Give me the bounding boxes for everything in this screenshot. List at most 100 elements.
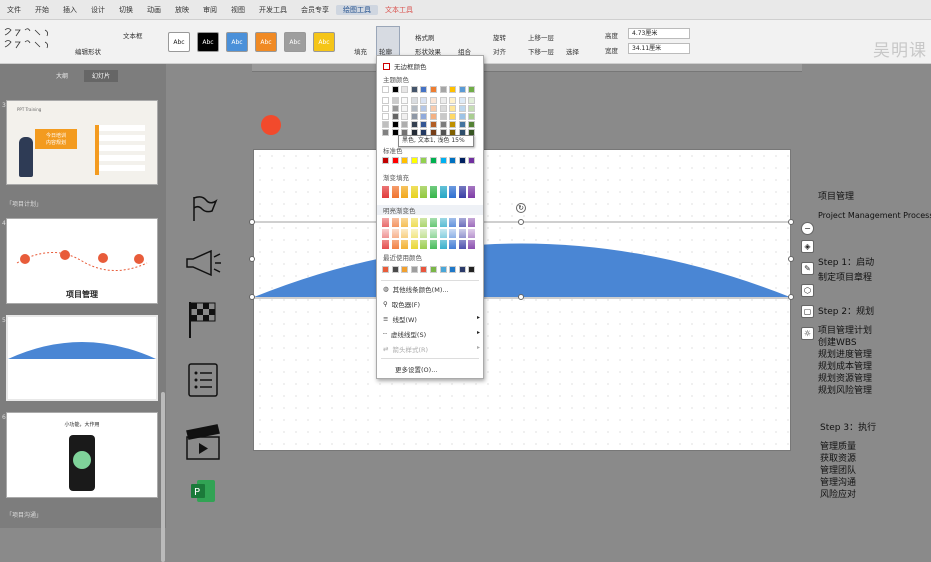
light-gradient-swatch[interactable] — [468, 240, 476, 249]
theme-color-shade-swatch[interactable] — [410, 121, 418, 128]
theme-color-shade-swatch[interactable] — [439, 121, 447, 128]
standard-color-swatch[interactable] — [439, 157, 447, 164]
light-gradient-swatch[interactable] — [439, 218, 447, 227]
theme-color-shade-swatch[interactable] — [401, 105, 409, 112]
shape-style-preset[interactable]: Abc — [313, 32, 335, 52]
light-gradient-swatch[interactable] — [458, 240, 466, 249]
theme-color-shade-swatch[interactable] — [439, 97, 447, 104]
collapse-icon[interactable]: − — [801, 222, 814, 235]
theme-color-shade-swatch[interactable] — [420, 121, 428, 128]
recent-color-swatch[interactable] — [410, 266, 418, 273]
light-gradient-swatch[interactable] — [439, 240, 447, 249]
standard-color-swatch[interactable] — [391, 157, 399, 164]
standard-color-swatch[interactable] — [410, 157, 418, 164]
gradient-swatch[interactable] — [382, 186, 389, 198]
shape-style-preset[interactable]: Abc — [197, 32, 219, 52]
theme-color-shade-swatch[interactable] — [391, 105, 399, 112]
theme-color-shade-swatch[interactable] — [458, 113, 466, 120]
gradient-swatch[interactable] — [458, 186, 466, 198]
light-gradient-swatch[interactable] — [420, 240, 428, 249]
more-settings-option[interactable]: 更多设置(O)... — [395, 364, 437, 374]
theme-color-shade-swatch[interactable] — [382, 97, 389, 104]
gradient-swatch[interactable] — [449, 186, 457, 198]
up-layer-button[interactable]: 上移一层 — [528, 32, 554, 42]
other-colors-option[interactable]: ◍ 其他线条颜色(M)... — [383, 284, 449, 294]
theme-color-shade-swatch[interactable] — [468, 121, 476, 128]
gradient-swatch[interactable] — [401, 186, 409, 198]
gradient-swatch[interactable] — [468, 186, 476, 198]
menu-item[interactable]: 会员专享 — [294, 5, 336, 15]
theme-color-shade-swatch[interactable] — [382, 113, 389, 120]
light-gradient-swatch[interactable] — [420, 218, 428, 227]
slide-thumbnail-5[interactable] — [6, 315, 158, 401]
menu-item[interactable]: 放映 — [168, 5, 196, 15]
theme-color-shade-swatch[interactable] — [458, 97, 466, 104]
gradient-swatch[interactable] — [391, 186, 399, 198]
recent-color-swatch[interactable] — [439, 266, 447, 273]
resize-handle[interactable] — [788, 219, 794, 225]
recent-color-swatch[interactable] — [420, 266, 428, 273]
light-gradient-swatch[interactable] — [410, 218, 418, 227]
recent-color-swatch[interactable] — [430, 266, 437, 273]
theme-color-shade-swatch[interactable] — [468, 97, 476, 104]
resize-handle[interactable] — [518, 294, 524, 300]
light-gradient-swatch[interactable] — [458, 229, 466, 238]
theme-color-shade-swatch[interactable] — [449, 105, 457, 112]
theme-color-shade-swatch[interactable] — [391, 113, 399, 120]
light-gradient-swatch[interactable] — [430, 218, 437, 227]
standard-color-swatch[interactable] — [430, 157, 437, 164]
shape-style-preset[interactable]: Abc — [284, 32, 306, 52]
menu-item[interactable]: 动画 — [140, 5, 168, 15]
fill-button[interactable]: 填充 — [354, 46, 367, 56]
recent-color-swatch[interactable] — [382, 266, 389, 273]
slide-thumbnail-4[interactable]: 项目管理 — [6, 218, 158, 304]
theme-color-swatch[interactable] — [382, 86, 389, 93]
width-input[interactable]: 34.11厘米 — [628, 43, 690, 54]
picker-option[interactable]: ⚲ 取色器(F) — [383, 299, 420, 309]
light-gradient-swatch[interactable] — [401, 240, 409, 249]
fill-bucket-icon[interactable]: ⬡ — [801, 284, 814, 297]
theme-color-swatch[interactable] — [468, 86, 476, 93]
menu-item[interactable]: 文本工具 — [378, 5, 420, 15]
light-gradient-swatch[interactable] — [382, 218, 389, 227]
gradient-swatch[interactable] — [430, 186, 437, 198]
theme-color-shade-swatch[interactable] — [391, 121, 399, 128]
light-gradient-swatch[interactable] — [382, 240, 389, 249]
theme-color-swatch[interactable] — [458, 86, 466, 93]
theme-color-swatch[interactable] — [449, 86, 457, 93]
theme-color-swatch[interactable] — [410, 86, 418, 93]
theme-color-shade-swatch[interactable] — [449, 113, 457, 120]
theme-color-shade-swatch[interactable] — [458, 121, 466, 128]
resize-handle[interactable] — [788, 294, 794, 300]
pen-icon[interactable]: ✎ — [801, 262, 814, 275]
light-gradient-swatch[interactable] — [420, 229, 428, 238]
rotate-handle-icon[interactable]: ↻ — [516, 203, 526, 213]
theme-color-shade-swatch[interactable] — [410, 105, 418, 112]
standard-color-swatch[interactable] — [449, 157, 457, 164]
menu-item[interactable]: 开始 — [28, 5, 56, 15]
recent-color-swatch[interactable] — [401, 266, 409, 273]
light-gradient-swatch[interactable] — [468, 218, 476, 227]
recent-color-swatch[interactable] — [449, 266, 457, 273]
height-input[interactable]: 4.73厘米 — [628, 28, 690, 39]
theme-color-shade-swatch[interactable] — [420, 97, 428, 104]
down-layer-button[interactable]: 下移一层 — [528, 46, 554, 56]
gradient-swatch[interactable] — [439, 186, 447, 198]
theme-color-shade-swatch[interactable] — [420, 105, 428, 112]
menu-item[interactable]: 文件 — [0, 5, 28, 15]
theme-color-swatch[interactable] — [391, 86, 399, 93]
light-gradient-swatch[interactable] — [410, 229, 418, 238]
theme-color-shade-swatch[interactable] — [449, 97, 457, 104]
light-gradient-swatch[interactable] — [410, 240, 418, 249]
theme-color-swatch[interactable] — [439, 86, 447, 93]
shape-style-icon[interactable]: ◈ — [801, 240, 814, 253]
standard-color-swatch[interactable] — [468, 157, 476, 164]
edit-shape-button[interactable]: 编辑形状 — [75, 46, 101, 56]
resize-handle[interactable] — [249, 256, 255, 262]
resize-handle[interactable] — [788, 256, 794, 262]
standard-color-swatch[interactable] — [420, 157, 428, 164]
light-gradient-swatch[interactable] — [439, 229, 447, 238]
theme-color-swatch[interactable] — [401, 86, 409, 93]
menu-item[interactable]: 切换 — [112, 5, 140, 15]
theme-color-shade-swatch[interactable] — [439, 113, 447, 120]
